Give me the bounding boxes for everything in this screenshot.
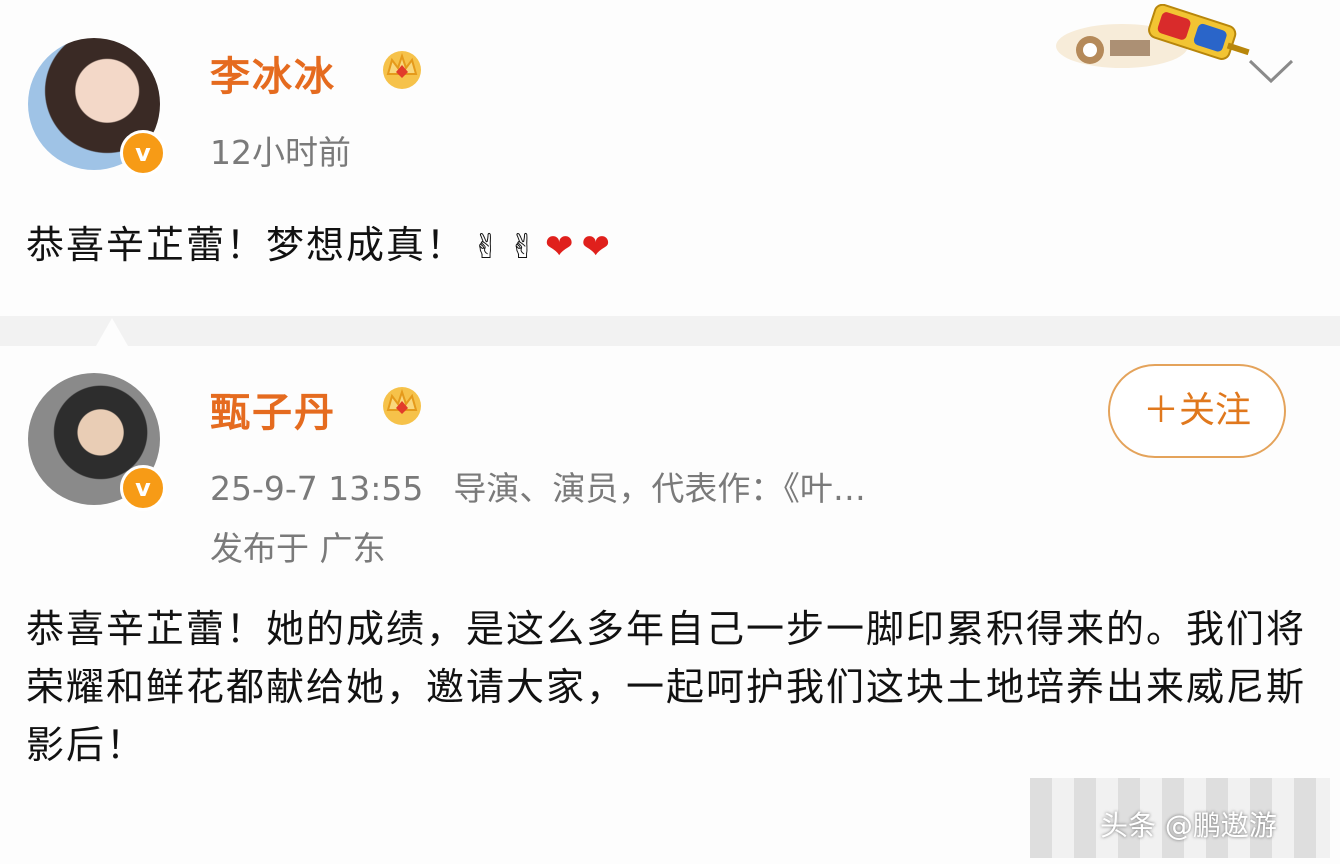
chevron-down-icon[interactable] bbox=[1248, 58, 1294, 84]
heart-emoji: ❤ bbox=[581, 227, 613, 267]
post-timestamp: 25-9-7 13:55 bbox=[210, 469, 424, 508]
post-location: 发布于 广东 bbox=[210, 529, 386, 568]
divider-notch bbox=[96, 318, 128, 346]
post-content: 恭喜辛芷蕾！梦想成真！ ✌ ✌ ❤ ❤ bbox=[26, 214, 612, 269]
post-meta: 25-9-7 13:55 导演、演员，代表作：《叶… bbox=[210, 462, 866, 510]
victory-hand-emoji: ✌ bbox=[508, 227, 540, 267]
post-text: 恭喜辛芷蕾！梦想成真！ bbox=[26, 223, 467, 267]
victory-hand-emoji: ✌ bbox=[472, 227, 503, 267]
3d-glasses-logo bbox=[1056, 4, 1250, 68]
author-name[interactable]: 李冰冰 bbox=[210, 44, 336, 102]
verified-icon: v bbox=[120, 465, 166, 511]
post-divider bbox=[0, 316, 1340, 346]
verified-icon: v bbox=[120, 130, 166, 176]
heart-emoji: ❤ bbox=[545, 227, 576, 267]
crown-icon bbox=[383, 387, 421, 425]
crown-icon bbox=[383, 51, 421, 89]
post-time: 12小时前 bbox=[210, 133, 351, 172]
author-name[interactable]: 甄子丹 bbox=[210, 380, 336, 438]
author-bio: 导演、演员，代表作：《叶… bbox=[453, 469, 866, 508]
follow-button[interactable]: ＋关注 bbox=[1108, 364, 1286, 458]
post-text: 恭喜辛芷蕾！她的成绩，是这么多年自己一步一脚印累积得来的。我们将荣耀和鲜花都献给… bbox=[26, 607, 1307, 767]
watermark: 头条 @鹏遨游 bbox=[1100, 809, 1277, 842]
